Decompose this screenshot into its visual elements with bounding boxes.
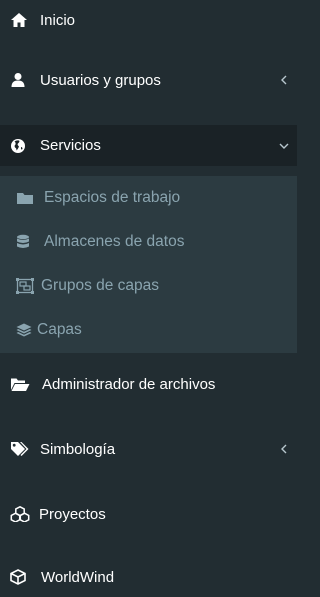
menu-label-proyectos: Proyectos — [39, 505, 106, 523]
folder-open-icon — [10, 376, 36, 392]
sidebar-menu: Inicio Usuarios y grupos Servicios Espac… — [0, 0, 297, 590]
object-group-icon — [16, 278, 38, 294]
cube-icon — [10, 569, 36, 585]
layers-icon — [16, 322, 34, 338]
submenu-item-grupos-de-capas[interactable]: Grupos de capas — [0, 267, 297, 305]
submenu-item-capas[interactable]: Capas — [0, 311, 297, 349]
menu-label-servicios: Servicios — [40, 137, 101, 154]
menu-label-inicio: Inicio — [40, 11, 76, 29]
menu-item-usuarios-y-grupos[interactable]: Usuarios y grupos — [0, 60, 297, 100]
menu-item-worldwind[interactable]: WorldWind — [0, 557, 297, 597]
submenu-label-espacios: Espacios de trabajo — [44, 189, 181, 206]
submenu-label-capas: Capas — [37, 321, 82, 338]
tags-icon — [10, 441, 34, 457]
submenu-item-espacios-de-trabajo[interactable]: Espacios de trabajo — [0, 179, 297, 217]
menu-item-servicios[interactable]: Servicios — [0, 125, 297, 166]
menu-item-proyectos[interactable]: Proyectos — [0, 494, 297, 534]
folder-icon — [16, 190, 38, 206]
cubes-icon — [10, 506, 34, 522]
menu-item-simbologia[interactable]: Simbología — [0, 429, 297, 469]
globe-icon — [10, 138, 32, 154]
database-icon — [16, 234, 38, 250]
menu-label-worldwind: WorldWind — [41, 568, 115, 586]
user-icon — [10, 72, 32, 88]
menu-label-simbologia: Simbología — [40, 440, 116, 458]
submenu-label-almacenes: Almacenes de datos — [44, 233, 185, 250]
submenu-label-grupos: Grupos de capas — [41, 277, 160, 294]
menu-item-administrador-de-archivos[interactable]: Administrador de archivos — [0, 364, 297, 404]
menu-label-archivos: Administrador de archivos — [42, 375, 216, 393]
menu-item-inicio[interactable]: Inicio — [0, 0, 297, 40]
chevron-left-icon[interactable] — [279, 441, 289, 457]
submenu-item-almacenes-de-datos[interactable]: Almacenes de datos — [0, 223, 297, 261]
chevron-down-icon[interactable] — [279, 138, 289, 154]
submenu-servicios: Espacios de trabajo Almacenes de datos G… — [0, 176, 297, 353]
menu-label-usuarios-y-grupos: Usuarios y grupos — [40, 71, 161, 89]
chevron-left-icon[interactable] — [279, 72, 289, 88]
home-icon — [10, 12, 32, 28]
